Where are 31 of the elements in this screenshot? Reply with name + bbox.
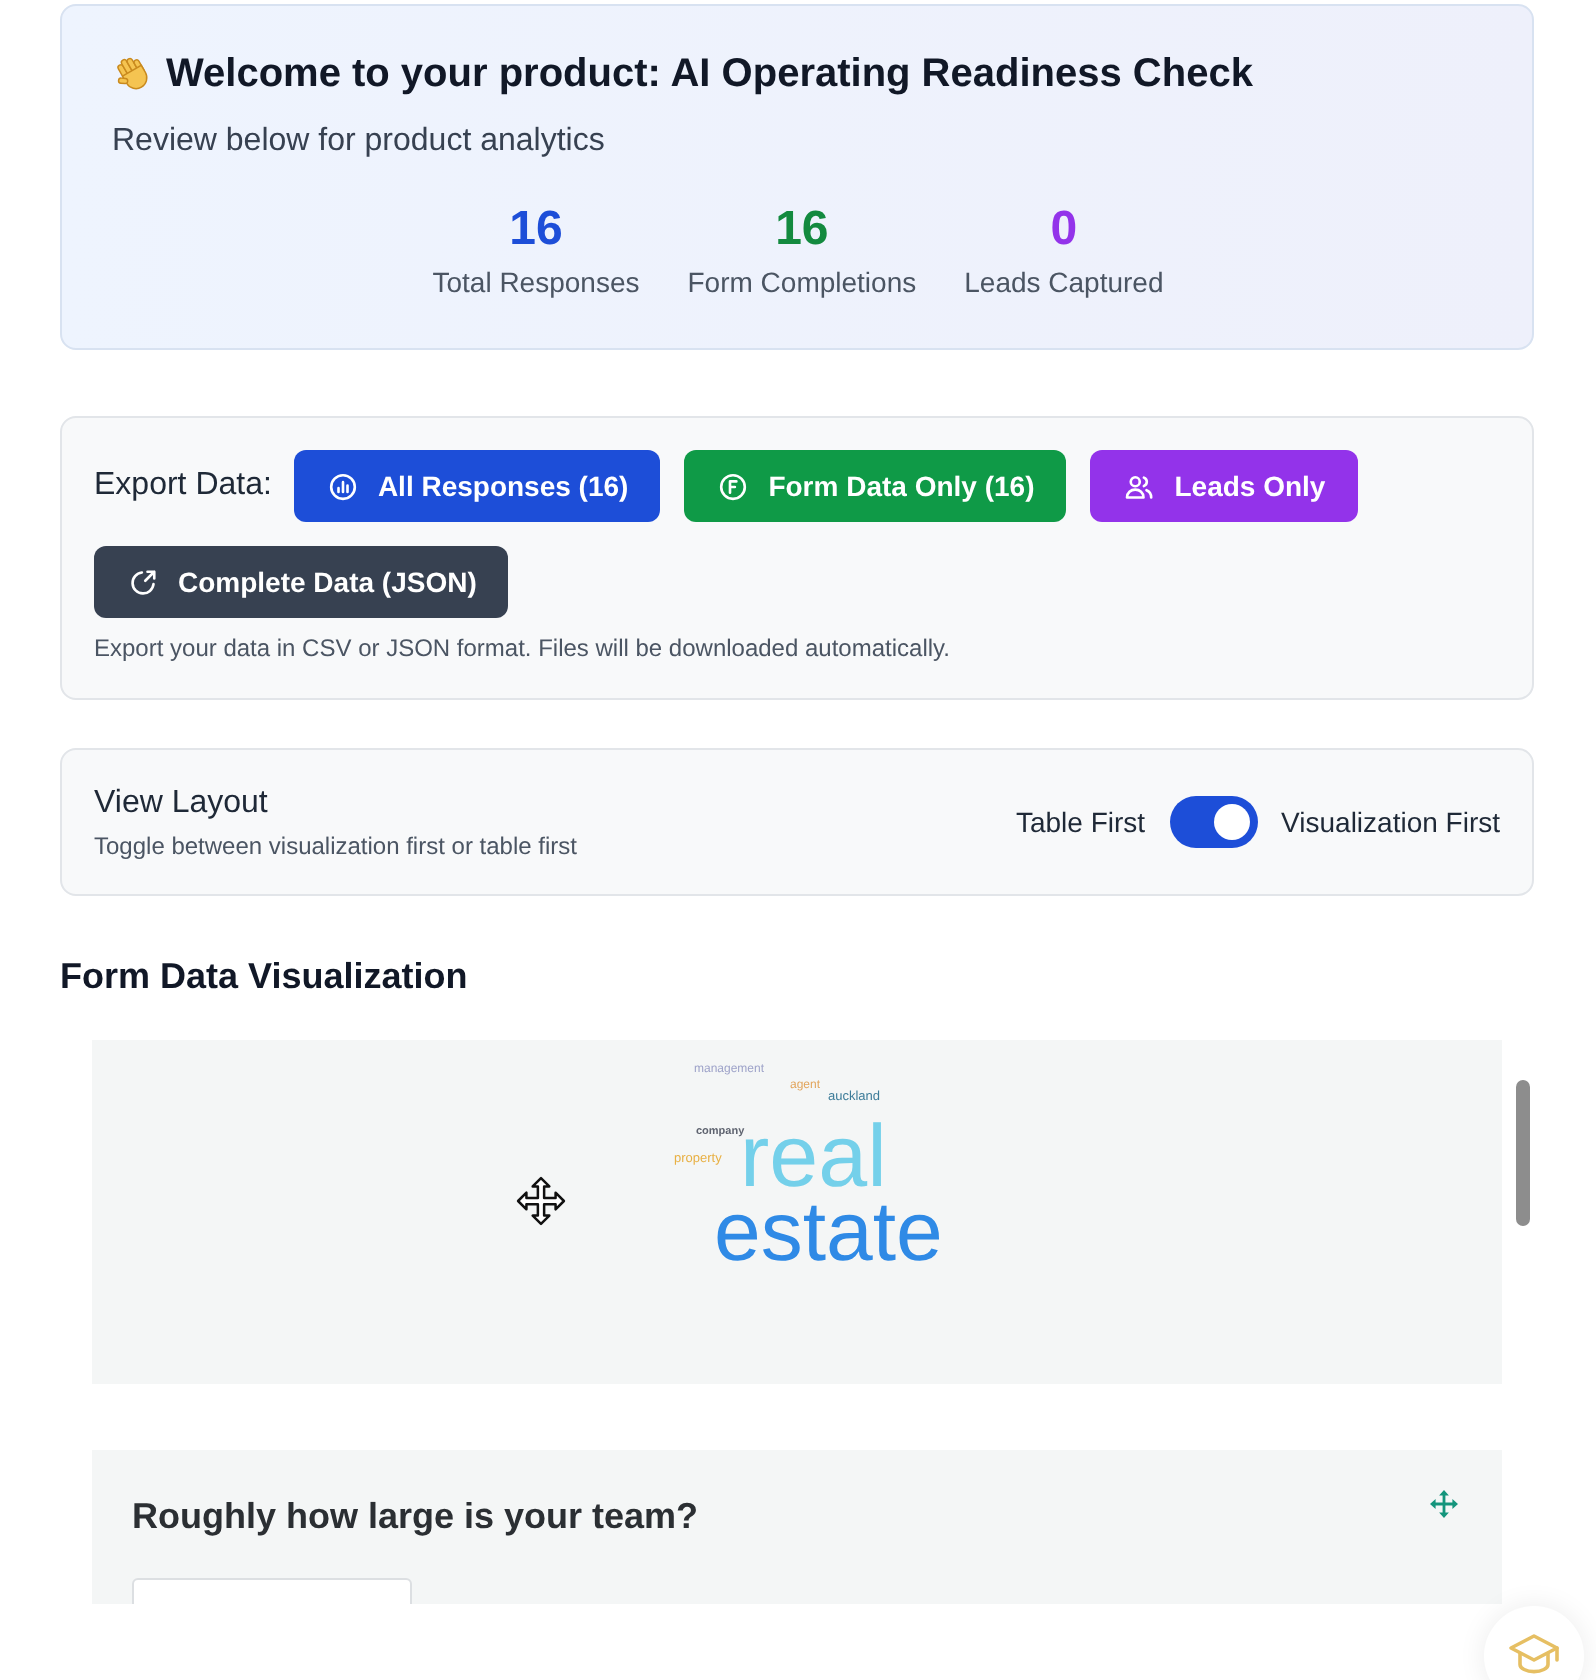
stat-value: 16	[509, 200, 563, 260]
question-title: Roughly how large is your team?	[132, 1494, 699, 1540]
stat-label: Form Completions	[687, 264, 917, 302]
cloud-word: estate	[714, 1190, 943, 1274]
move-cursor-icon	[516, 1176, 566, 1226]
toggle-label: Visualization First	[1281, 804, 1500, 842]
stat-value: 16	[775, 200, 829, 260]
toggle-label: Table First	[1015, 804, 1146, 842]
graduation-cap-icon	[1508, 1630, 1560, 1678]
move-icon[interactable]	[1430, 1490, 1458, 1518]
view-layout-subtitle: Toggle between visualization first or table first	[94, 830, 577, 862]
export-button[interactable]: Leads Only	[1090, 450, 1358, 522]
stat-label: Leads Captured	[964, 264, 1164, 302]
stat-value: 0	[1050, 200, 1078, 260]
chart-icon	[327, 471, 358, 501]
scrollbar-thumb[interactable]	[1516, 1080, 1530, 1226]
stat-label: Total Responses	[432, 264, 640, 302]
section-title: Form Data Visualization	[60, 954, 470, 1000]
floating-help-button[interactable]	[1484, 1606, 1584, 1680]
welcome-subtitle: Review below for product analytics	[112, 122, 607, 162]
export-label: Export Data:	[94, 466, 272, 506]
view-layout-title: View Layout	[94, 784, 270, 824]
layout-toggle[interactable]	[1169, 796, 1258, 848]
users-icon	[1124, 471, 1155, 501]
form-icon	[718, 471, 749, 501]
export-button[interactable]: All Responses (16)	[293, 450, 661, 522]
export-button[interactable]: Form Data Only (16)	[684, 450, 1067, 522]
export-button[interactable]: Complete Data (JSON)	[94, 546, 509, 618]
export-note: Export your data in CSV or JSON format. Files will be downloaded automatically.	[94, 632, 952, 664]
circular-arrow-icon	[128, 567, 158, 597]
welcome-title: Welcome to your product: AI Operating Readiness Check	[166, 50, 1253, 100]
